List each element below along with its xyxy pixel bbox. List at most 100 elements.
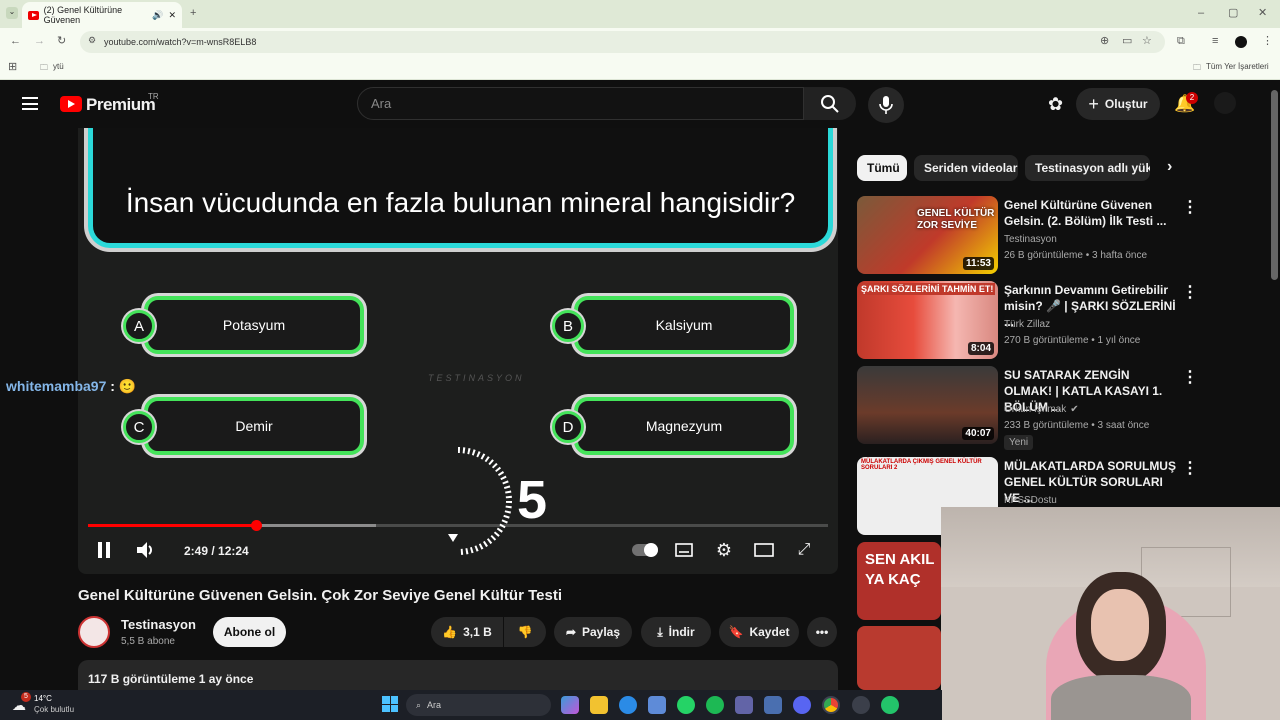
file-explorer-icon[interactable]	[590, 696, 608, 714]
video-menu-icon[interactable]: ⋮	[1182, 367, 1198, 387]
browser-menu-icon[interactable]: ⋮	[1262, 36, 1273, 47]
back-icon[interactable]: ←	[10, 36, 21, 47]
cast-icon[interactable]: ▭	[1122, 36, 1132, 47]
option-d-box: Magnezyum	[574, 397, 794, 455]
page-scrollbar[interactable]	[1271, 90, 1278, 280]
volume-button[interactable]	[134, 538, 158, 562]
video-player[interactable]: İnsan vücudunda en fazla bulunan mineral…	[78, 128, 838, 574]
thumbnail-1[interactable]: GENEL KÜLTÜR ZOR SEVİYE 11:53	[857, 196, 998, 274]
copilot-icon[interactable]	[561, 696, 579, 714]
thumbnail-6[interactable]	[857, 626, 941, 690]
store-icon[interactable]	[648, 696, 666, 714]
sidebar-channel-4[interactable]: KPSSDostu	[1004, 493, 1057, 508]
bookmark-star-icon[interactable]: ☆	[1142, 36, 1152, 47]
thumbnail-2[interactable]: ŞARKI SÖZLERİNİ TAHMİN ET! 8:04	[857, 281, 998, 359]
save-button[interactable]: 🔖 Kaydet	[719, 617, 799, 647]
minimize-icon[interactable]: –	[1198, 8, 1204, 19]
browser-tab[interactable]: (2) Genel Kültürüne Güvenen 🔊 ✕	[22, 2, 182, 28]
video-menu-icon[interactable]: ⋮	[1182, 458, 1198, 478]
bookmark-folder[interactable]: 🗀 ytü	[40, 62, 64, 76]
restore-icon[interactable]: ▢	[1228, 8, 1238, 19]
download-button[interactable]: ⤓ İndir	[641, 617, 711, 647]
create-button[interactable]: + Oluştur	[1076, 88, 1160, 120]
tab-search-icon[interactable]: ⌄	[6, 7, 18, 19]
sidebar-channel-1[interactable]: Testinasyon	[1004, 232, 1057, 247]
window-close-icon[interactable]: ✕	[1258, 8, 1267, 19]
subscribe-button[interactable]: Abone ol	[213, 617, 286, 647]
chip-series[interactable]: Seriden videolar	[914, 155, 1018, 181]
channel-name[interactable]: Testinasyon	[121, 617, 196, 632]
app-icon[interactable]	[764, 696, 782, 714]
thumbnail-3[interactable]: 40:07	[857, 366, 998, 444]
chat-emote-icon: 🙂	[118, 378, 137, 394]
video-menu-icon[interactable]: ⋮	[1182, 282, 1198, 302]
thumbnail-5[interactable]: SEN AKIL YA KAÇ	[857, 542, 941, 620]
sidebar-channel-3: Orkun Işıtmak	[1004, 404, 1067, 415]
voice-search-button[interactable]	[868, 87, 904, 123]
menu-icon[interactable]	[22, 97, 38, 110]
share-button[interactable]: ➦ Paylaş	[554, 617, 632, 647]
search-button[interactable]	[804, 87, 856, 120]
fullscreen-icon[interactable]: ⤢	[792, 538, 816, 562]
edge-icon[interactable]	[619, 696, 637, 714]
chrome-icon[interactable]	[822, 696, 840, 714]
whatsapp-icon[interactable]	[677, 696, 695, 714]
tab-close-icon[interactable]: ✕	[168, 10, 176, 21]
account-avatar[interactable]	[1214, 92, 1236, 114]
subtitles-icon	[675, 543, 693, 557]
sidebar-channel-3-row[interactable]: Orkun Işıtmak ✔	[1004, 402, 1079, 417]
premium-perks-icon[interactable]: ✿	[1048, 94, 1063, 115]
zoom-icon[interactable]: ⊕	[1100, 36, 1109, 47]
apps-grid-icon[interactable]: ⊞	[8, 62, 17, 73]
thumbs-up-icon: 👍	[442, 625, 458, 639]
site-info-icon[interactable]: ⚙	[88, 36, 96, 45]
channel-avatar[interactable]	[78, 616, 110, 648]
chips-next-icon[interactable]: ›	[1167, 158, 1172, 176]
spotify-icon[interactable]	[706, 696, 724, 714]
microphone-icon	[879, 96, 893, 114]
settings-gear-icon[interactable]: ⚙	[712, 538, 736, 562]
app-arrow-icon[interactable]	[881, 696, 899, 714]
sidebar-stats-2: 270 B görüntüleme • 1 yıl önce	[1004, 335, 1141, 346]
all-bookmarks[interactable]: 🗀 Tüm Yer İşaretleri	[1193, 62, 1269, 76]
theater-mode-button[interactable]	[752, 538, 776, 562]
option-a-letter: A	[123, 310, 155, 342]
webcam-overlay	[941, 507, 1280, 720]
sidebar-channel-2[interactable]: Türk Zillaz	[1004, 317, 1050, 332]
subtitles-button[interactable]	[672, 538, 696, 562]
new-tab-icon[interactable]: +	[190, 8, 196, 19]
taskbar-search[interactable]: ⌕ Ara	[406, 694, 551, 716]
steam-icon[interactable]	[852, 696, 870, 714]
download-icon: ⤓	[657, 624, 663, 639]
discord-icon[interactable]	[793, 696, 811, 714]
start-windows-icon[interactable]	[382, 696, 398, 712]
youtube-logo-icon[interactable]	[60, 96, 82, 112]
search-input[interactable]: Ara	[357, 87, 804, 120]
sidebar-video-title-1[interactable]: Genel Kültürüne Güvenen Gelsin. (2. Bölü…	[1004, 197, 1176, 229]
profile-avatar[interactable]	[1235, 36, 1247, 48]
new-badge: Yeni	[1004, 435, 1034, 450]
tab-audio-icon[interactable]: 🔊	[152, 10, 163, 21]
address-bar[interactable]: ⚙ youtube.com/watch?v=m-wnsR8ELB8 ⊕ ▭ ☆	[80, 31, 1165, 53]
extensions-icon[interactable]: ⧉	[1177, 36, 1185, 47]
dislike-button[interactable]: 👎	[504, 617, 546, 647]
progress-track[interactable]	[376, 524, 828, 527]
more-actions-button[interactable]: •••	[807, 617, 837, 647]
more-horiz-icon: •••	[815, 625, 829, 639]
like-button[interactable]: 👍 3,1 B	[431, 617, 503, 647]
progress-scrubber[interactable]	[251, 520, 262, 531]
video-title: Genel Kültürüne Güvenen Gelsin. Çok Zor …	[78, 587, 562, 604]
forward-icon[interactable]: →	[34, 36, 45, 47]
chip-channel-uploads[interactable]: Testinasyon adlı yükle	[1025, 155, 1150, 181]
chip-all[interactable]: Tümü	[857, 155, 907, 181]
duration-badge-1: 11:53	[962, 257, 994, 270]
region-code: TR	[148, 92, 159, 101]
reload-icon[interactable]: ↻	[57, 36, 66, 47]
reading-list-icon[interactable]: ≡	[1212, 36, 1218, 47]
chat-overlay-message: whitemamba97 : 🙂	[6, 378, 136, 395]
duration-badge-3: 40:07	[962, 427, 994, 440]
pause-button[interactable]	[92, 538, 116, 562]
teams-icon[interactable]	[735, 696, 753, 714]
autoplay-toggle[interactable]	[632, 543, 658, 557]
video-menu-icon[interactable]: ⋮	[1182, 197, 1198, 217]
